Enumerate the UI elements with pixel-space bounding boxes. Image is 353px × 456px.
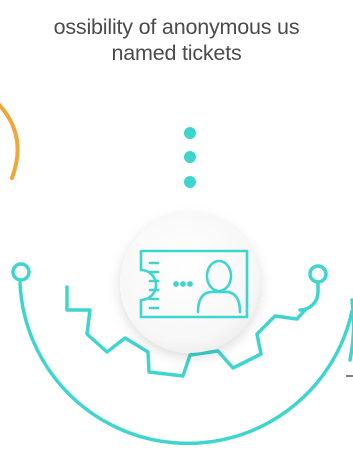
- diagram-graphic: [0, 102, 353, 446]
- connector-dot: [184, 127, 196, 139]
- arc-end-left: [11, 262, 31, 282]
- arc-end-right: [308, 264, 328, 284]
- diagram-stage: ossibility of anonymous us named tickets: [0, 0, 353, 456]
- connector-dots: [184, 127, 196, 188]
- orange-connector-arc: [0, 102, 20, 180]
- connector-dot: [184, 151, 196, 163]
- connector-dot: [184, 176, 196, 188]
- arc-end-right-stem: [298, 280, 320, 312]
